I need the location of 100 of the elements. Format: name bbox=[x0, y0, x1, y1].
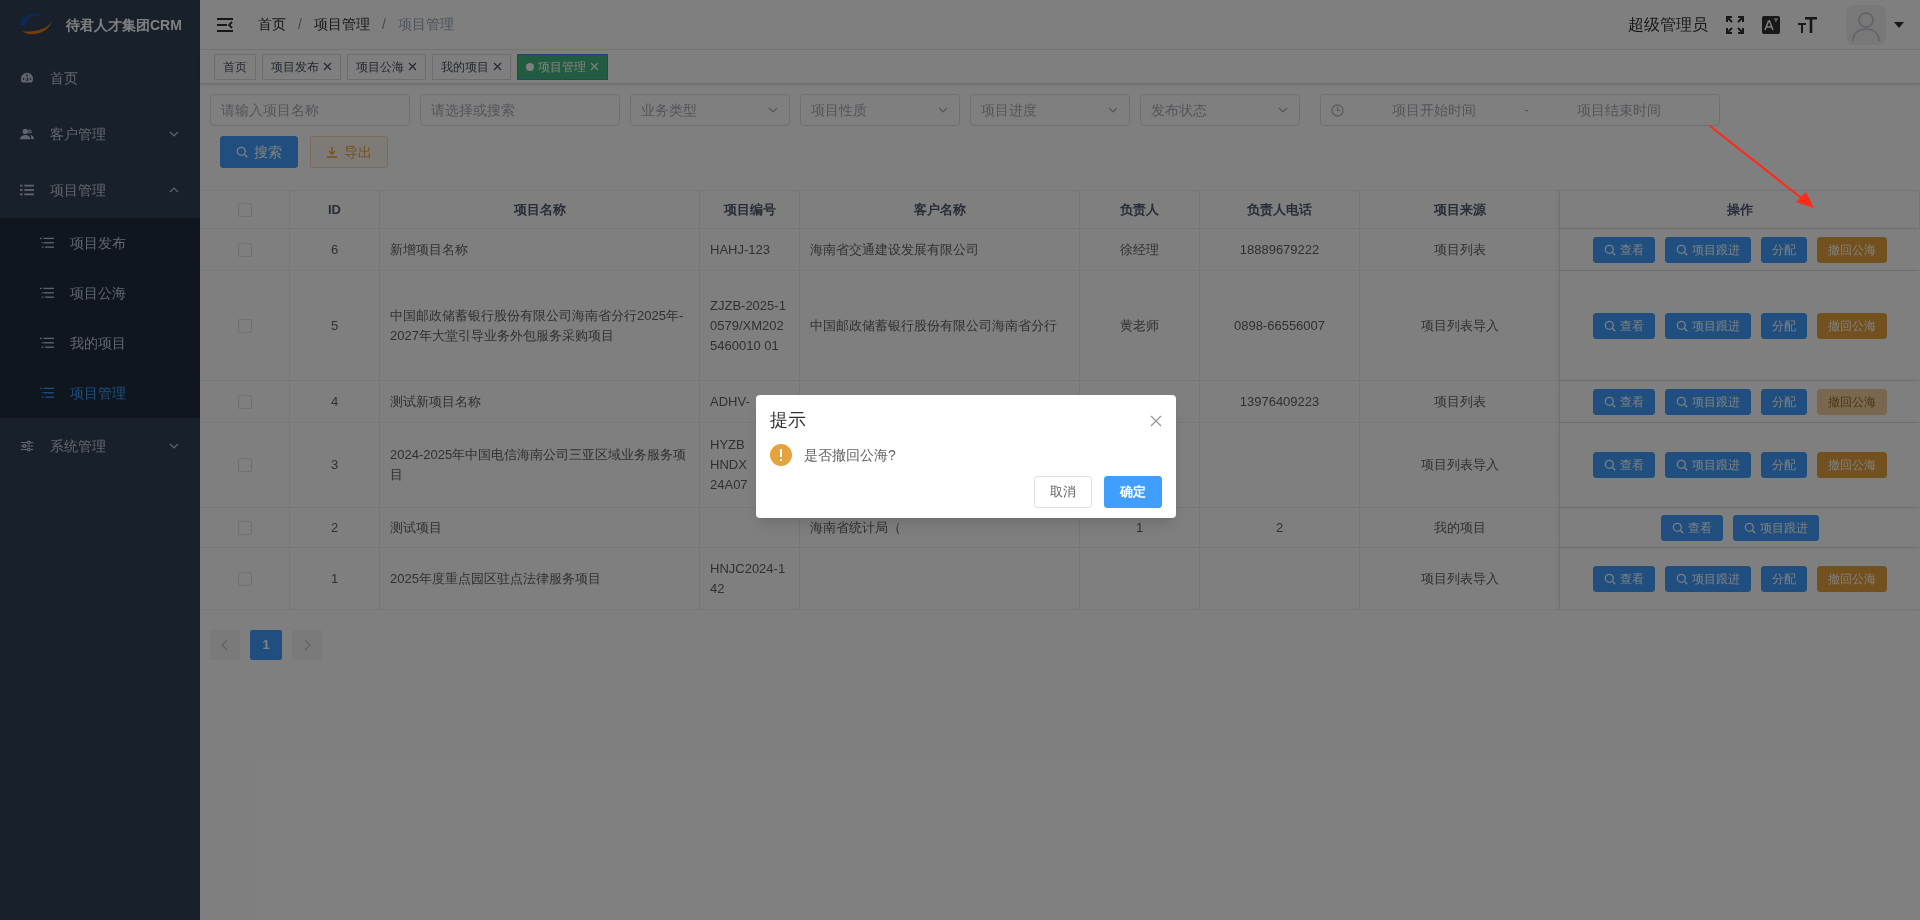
sidebar-item[interactable]: 首页 bbox=[0, 50, 200, 106]
table-cell-text: 项目列表导入 bbox=[1420, 569, 1499, 588]
cancel-button[interactable]: 取消 bbox=[1034, 476, 1092, 508]
sidebar-subitem[interactable]: 项目发布 bbox=[0, 218, 200, 268]
action-button[interactable]: 项目跟进 bbox=[1733, 514, 1819, 541]
table-cell-text: 2 bbox=[1275, 518, 1284, 537]
page-tab[interactable]: 我的项目 bbox=[432, 53, 511, 80]
column-header: 项目来源 bbox=[1433, 200, 1486, 219]
breadcrumb-item[interactable]: 首页 bbox=[258, 14, 286, 35]
page-tab[interactable]: 项目公海 bbox=[347, 53, 426, 80]
menu-icon[interactable] bbox=[216, 16, 234, 33]
table-cell-text: 13976409223 bbox=[1239, 392, 1320, 411]
action-button[interactable]: 查看 bbox=[1593, 236, 1655, 263]
export-button[interactable]: 导出 bbox=[310, 136, 388, 168]
action-button[interactable]: 分配 bbox=[1761, 565, 1807, 592]
search-icon bbox=[1604, 572, 1616, 585]
column-header: 负责人电话 bbox=[1247, 200, 1312, 219]
table-cell-text: 5 bbox=[330, 316, 339, 335]
table-cell-text: 1 bbox=[1135, 518, 1144, 537]
breadcrumb-item[interactable]: 项目管理 bbox=[313, 14, 370, 35]
search-icon bbox=[1676, 572, 1688, 585]
table-cell-text: HAHJ-123 bbox=[710, 240, 770, 259]
retract-button[interactable]: 撤回公海 bbox=[1817, 236, 1887, 263]
column-header: 操作 bbox=[1726, 200, 1753, 219]
prev-page-button[interactable] bbox=[210, 630, 240, 660]
close-icon[interactable] bbox=[1150, 414, 1162, 427]
list-icon bbox=[40, 386, 54, 400]
table-cell-text: 项目列表 bbox=[1433, 392, 1486, 411]
search-icon bbox=[1676, 395, 1688, 408]
fullscreen-icon[interactable] bbox=[1726, 15, 1744, 34]
action-button[interactable]: 分配 bbox=[1761, 236, 1807, 263]
app-title: 待君人才集团CRM bbox=[66, 15, 182, 35]
page-tab[interactable]: 首页 bbox=[214, 53, 256, 80]
download-icon bbox=[326, 146, 338, 158]
table-cell-text: 徐经理 bbox=[1120, 240, 1159, 259]
caret-icon[interactable] bbox=[1894, 21, 1904, 28]
sidebar-subitem[interactable]: 我的项目 bbox=[0, 318, 200, 368]
sidebar-subitem[interactable]: 项目公海 bbox=[0, 268, 200, 318]
column-header: 项目编号 bbox=[723, 200, 776, 219]
close-icon[interactable] bbox=[493, 62, 502, 71]
action-button[interactable]: 查看 bbox=[1593, 312, 1655, 339]
action-button[interactable]: 项目跟进 bbox=[1665, 565, 1751, 592]
table-cell-text: 黄老师 bbox=[1120, 316, 1159, 335]
search-icon bbox=[1604, 395, 1616, 408]
retract-button[interactable]: 撤回公海 bbox=[1817, 452, 1887, 478]
table-cell-text: 海南省统计局（ bbox=[810, 518, 901, 537]
breadcrumb-separator: / bbox=[298, 15, 302, 34]
action-button[interactable]: 分配 bbox=[1761, 452, 1807, 478]
search-icon bbox=[1676, 319, 1688, 332]
chevron-left-icon bbox=[221, 639, 229, 651]
table-cell-text: 新增项目名称 bbox=[390, 240, 468, 259]
translate-icon[interactable] bbox=[1762, 15, 1780, 34]
confirm-button[interactable]: 确定 bbox=[1104, 476, 1162, 508]
close-icon[interactable] bbox=[408, 62, 417, 71]
retract-button[interactable]: 撤回公海 bbox=[1817, 312, 1887, 339]
font-size-icon[interactable] bbox=[1798, 15, 1818, 34]
search-button[interactable]: 搜索 bbox=[220, 136, 298, 168]
table-cell-text: 0898-66556007 bbox=[1233, 316, 1326, 335]
table-cell-text: 中国邮政储蓄银行股份有限公司海南省分行2025年-2027年大堂引导业务外包服务采购项目 bbox=[390, 306, 685, 345]
action-button[interactable]: 分配 bbox=[1761, 312, 1807, 339]
sliders-icon bbox=[20, 439, 34, 453]
retract-button[interactable]: 撤回公海 bbox=[1817, 565, 1887, 592]
action-button[interactable]: 查看 bbox=[1661, 514, 1723, 541]
table-cell-text: ADHV- bbox=[710, 392, 750, 411]
table-cell-text: 项目列表 bbox=[1433, 240, 1486, 259]
breadcrumb-separator: / bbox=[381, 15, 386, 34]
table-cell-text: 中国邮政储蓄银行股份有限公司海南省分行 bbox=[810, 316, 1057, 335]
sidebar-item[interactable]: 客户管理 bbox=[0, 106, 200, 162]
search-icon bbox=[1604, 319, 1616, 332]
search-icon bbox=[1676, 459, 1688, 471]
table-cell-text: 我的项目 bbox=[1433, 518, 1486, 537]
action-button[interactable]: 项目跟进 bbox=[1665, 452, 1751, 478]
action-button[interactable]: 项目跟进 bbox=[1665, 236, 1751, 263]
page-tab[interactable]: 项目发布 bbox=[262, 53, 341, 80]
chevron-right-icon bbox=[303, 639, 311, 651]
page-tab[interactable]: 项目管理 bbox=[517, 53, 608, 80]
search-icon bbox=[236, 146, 248, 158]
action-button[interactable]: 项目跟进 bbox=[1665, 312, 1751, 339]
action-button[interactable]: 查看 bbox=[1593, 452, 1655, 478]
close-icon[interactable] bbox=[323, 62, 332, 71]
sidebar-item[interactable]: 项目管理 bbox=[0, 162, 200, 218]
dialog-title: 提示 bbox=[770, 409, 806, 432]
clock-icon bbox=[1331, 103, 1344, 117]
action-button[interactable]: 查看 bbox=[1593, 388, 1655, 415]
list-icon bbox=[40, 236, 54, 250]
action-button[interactable]: 分配 bbox=[1761, 388, 1807, 415]
next-page-button[interactable] bbox=[292, 630, 322, 660]
action-button[interactable]: 项目跟进 bbox=[1665, 388, 1751, 415]
list-icon bbox=[20, 183, 34, 197]
table-cell-text: ZJZB-2025-10579/XM2025460010 01 bbox=[710, 296, 787, 355]
sidebar-item[interactable]: 系统管理 bbox=[0, 418, 200, 474]
page-number[interactable]: 1 bbox=[250, 630, 282, 660]
column-header: 负责人 bbox=[1120, 200, 1159, 219]
warning-icon bbox=[770, 444, 792, 466]
search-icon bbox=[1676, 243, 1688, 256]
table-cell-text: 测试新项目名称 bbox=[390, 392, 481, 411]
sidebar-subitem[interactable]: 项目管理 bbox=[0, 368, 200, 418]
table-cell-text: HYZB HNDX 24A07 bbox=[710, 436, 748, 494]
action-button[interactable]: 查看 bbox=[1593, 565, 1655, 592]
avatar-icon[interactable] bbox=[1846, 4, 1886, 45]
